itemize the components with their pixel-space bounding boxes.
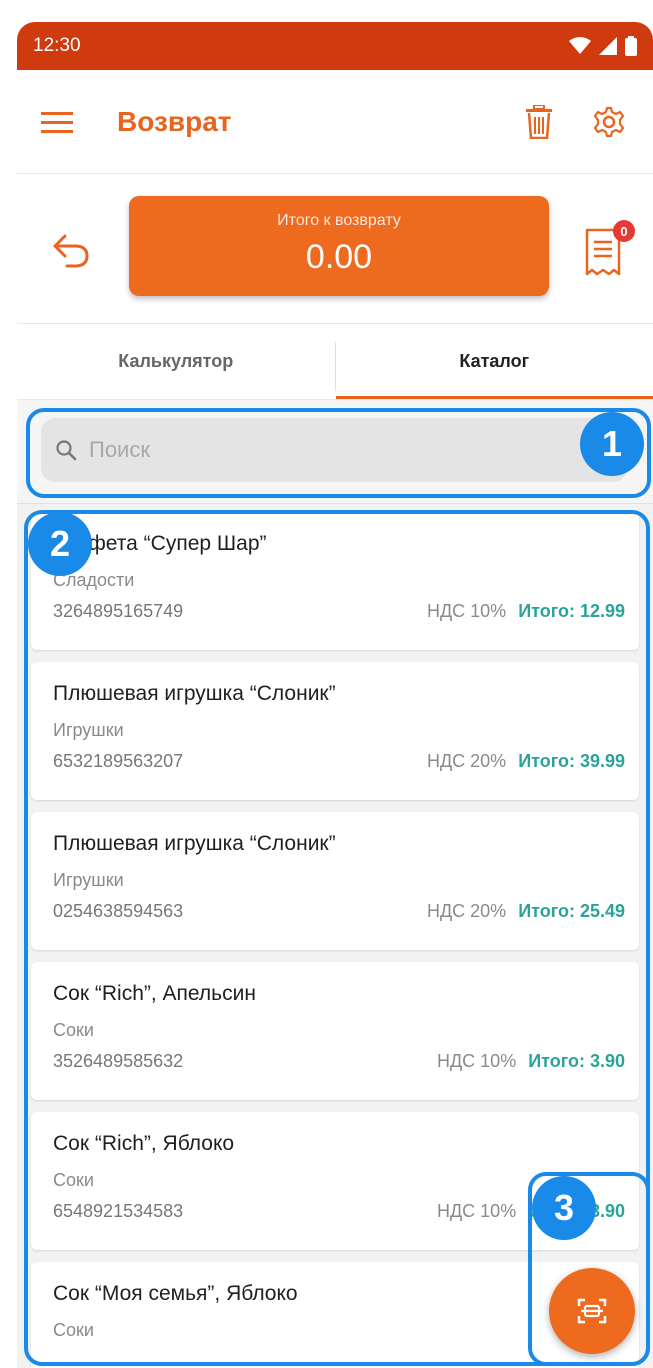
item-vat: НДС 10% xyxy=(436,1051,517,1071)
item-barcode: 6532189563207 xyxy=(53,751,184,771)
item-name: Плюшевая игрушка “Слоник” xyxy=(53,832,336,855)
item-total: Итого: 3.90 xyxy=(528,1051,625,1071)
search-icon xyxy=(56,440,77,461)
tab-bar: Калькулятор Каталог xyxy=(17,324,653,400)
search-input[interactable] xyxy=(89,437,569,463)
tab-catalog[interactable]: Каталог xyxy=(335,324,653,399)
return-toolbar: Итого к возврату 0.00 0 xyxy=(17,174,653,324)
item-barcode: 6548921534583 xyxy=(53,1201,184,1221)
search-box[interactable] xyxy=(41,418,627,482)
menu-icon[interactable] xyxy=(41,106,73,138)
item-category: Игрушки xyxy=(53,720,124,740)
item-total: Итого: 39.99 xyxy=(518,751,625,771)
scan-barcode-button[interactable] xyxy=(549,1268,635,1354)
item-barcode: 3264895165749 xyxy=(53,601,184,621)
status-icons xyxy=(569,36,637,56)
item-category: Игрушки xyxy=(53,870,124,890)
item-vat: НДС 10% xyxy=(426,601,507,621)
list-item[interactable]: Сок “Rich”, Апельсин Соки 3526489585632 … xyxy=(31,962,639,1100)
item-total: Итого: 25.49 xyxy=(518,901,625,921)
return-total-value: 0.00 xyxy=(305,238,373,276)
item-vat: НДС 20% xyxy=(426,901,507,921)
item-vat: НДС 20% xyxy=(426,751,507,771)
scan-icon xyxy=(577,1298,607,1324)
item-barcode: 0254638594563 xyxy=(53,901,184,921)
item-category: Соки xyxy=(53,1170,94,1190)
item-total: Итого: 12.99 xyxy=(518,601,625,621)
item-name: Плюшевая игрушка “Слоник” xyxy=(53,682,336,705)
trash-icon[interactable] xyxy=(519,102,559,142)
phone-screen: 12:30 Возврат Итого к возврату 0.00 0 Ка… xyxy=(17,22,653,1368)
return-total-button[interactable]: Итого к возврату 0.00 xyxy=(129,196,549,296)
item-name: Сок “Rich”, Апельсин xyxy=(53,982,256,1005)
battery-icon xyxy=(625,36,637,56)
signal-icon xyxy=(599,37,617,55)
item-category: Соки xyxy=(53,1020,94,1040)
item-vat: НДС 10% xyxy=(436,1201,517,1221)
annotation-marker-2: 2 xyxy=(28,512,92,576)
annotation-marker-3: 3 xyxy=(532,1176,596,1240)
item-barcode: 3526489585632 xyxy=(53,1051,184,1071)
status-time: 12:30 xyxy=(33,35,81,56)
page-title: Возврат xyxy=(117,105,232,137)
search-area xyxy=(17,400,653,504)
wifi-icon xyxy=(569,37,591,54)
tab-calculator[interactable]: Калькулятор xyxy=(17,324,335,399)
list-item[interactable]: Плюшевая игрушка “Слоник” Игрушки 025463… xyxy=(31,812,639,950)
settings-icon[interactable] xyxy=(589,102,629,142)
item-name: Сок “Моя семья”, Яблоко xyxy=(53,1282,298,1305)
item-name: Сок “Rich”, Яблоко xyxy=(53,1132,235,1155)
annotation-marker-1: 1 xyxy=(580,412,644,476)
list-item[interactable]: Сок “Моя семья”, Яблоко Соки xyxy=(31,1262,639,1368)
list-item[interactable]: Плюшевая игрушка “Слоник” Игрушки 653218… xyxy=(31,662,639,800)
undo-icon[interactable] xyxy=(49,228,93,272)
status-bar: 12:30 xyxy=(17,22,653,70)
receipt-button[interactable]: 0 xyxy=(583,220,635,278)
list-item[interactable]: Конфета “Супер Шар” Сладости 32648951657… xyxy=(31,512,639,650)
item-category: Соки xyxy=(53,1320,94,1340)
return-total-label: Итого к возврату xyxy=(277,212,401,229)
receipt-badge: 0 xyxy=(613,220,635,242)
app-bar: Возврат xyxy=(17,70,653,174)
